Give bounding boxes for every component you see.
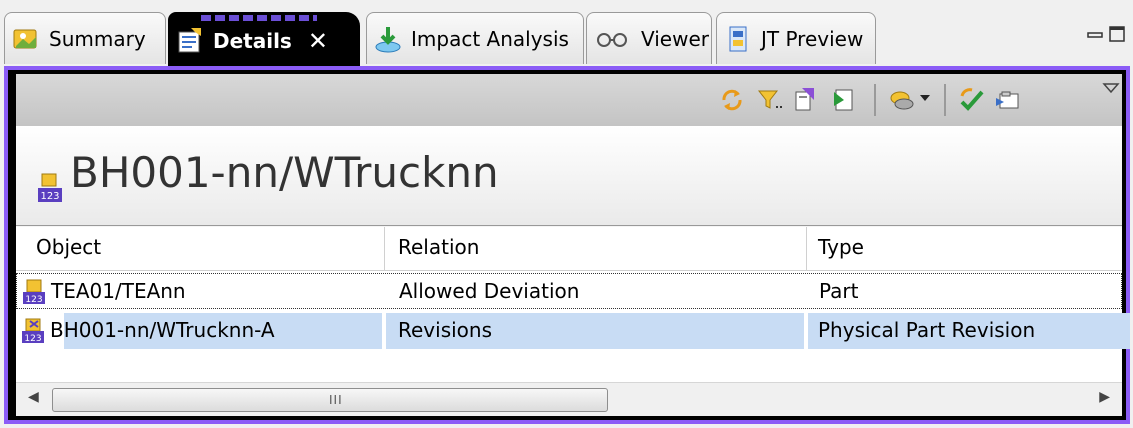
tab-viewer-label: Viewer (641, 26, 709, 51)
cell-type: Physical Part Revision (818, 318, 1036, 342)
summary-icon (11, 24, 41, 54)
part-revision-icon: 123 (20, 317, 48, 345)
drag-handle-dots (201, 15, 317, 21)
maximize-icon[interactable] (1108, 24, 1126, 48)
refresh-icon[interactable] (718, 86, 746, 114)
column-divider[interactable] (384, 227, 385, 271)
scrollbar-grip: III (329, 393, 343, 407)
scrollbar-thumb[interactable]: III (52, 388, 608, 412)
paste-icon[interactable] (830, 86, 858, 114)
chevron-down-icon[interactable] (918, 90, 946, 118)
view-menu-icon[interactable] (1102, 80, 1130, 108)
svg-text:123: 123 (24, 334, 41, 344)
minimize-icon[interactable] (1086, 24, 1104, 48)
tab-impact-analysis-label: Impact Analysis (411, 26, 569, 51)
scroll-right-icon[interactable]: ▶ (1099, 389, 1110, 405)
filter-icon[interactable] (756, 86, 784, 114)
open-folder-icon[interactable] (994, 86, 1022, 114)
editor-tab-bar: Summary Details ✕ Impact Analysis Viewer… (0, 0, 1133, 68)
item-revision-icon: 123 (36, 170, 64, 204)
svg-text:123: 123 (25, 295, 42, 305)
details-icon (175, 26, 205, 56)
tab-summary[interactable]: Summary (4, 12, 166, 64)
close-tab-icon[interactable]: ✕ (308, 27, 328, 55)
cell-object: TEA01/TEAnn (51, 279, 186, 303)
horizontal-scrollbar[interactable]: ◀ III ▶ (16, 382, 1122, 416)
table-header: Object Relation Type (16, 227, 1122, 271)
jt-preview-icon (723, 24, 753, 54)
tab-details[interactable]: Details ✕ (168, 12, 360, 68)
tab-viewer[interactable]: Viewer (586, 12, 712, 64)
column-header-relation[interactable]: Relation (398, 235, 479, 259)
impact-analysis-icon (373, 24, 403, 54)
table-row-selected[interactable]: 123 BH001-nn/WTrucknn-A Revisions Physic… (16, 313, 1130, 349)
scroll-left-icon[interactable]: ◀ (28, 389, 39, 405)
svg-text:123: 123 (40, 191, 59, 202)
column-divider[interactable] (806, 227, 807, 271)
page-title: BH001-nn/WTrucknn (70, 148, 499, 197)
toolbar-separator (944, 84, 946, 116)
toolbar-separator (874, 84, 876, 116)
check-refresh-icon[interactable] (958, 86, 986, 114)
cell-object: BH001-nn/WTrucknn-A (50, 318, 275, 342)
relation-icon[interactable] (888, 86, 916, 114)
tab-jt-preview[interactable]: JT Preview (716, 12, 876, 64)
column-header-object[interactable]: Object (36, 235, 101, 259)
relations-table: Object Relation Type 123 TEA01/TEAnn All… (16, 227, 1130, 382)
details-view: 123 BH001-nn/WTrucknn Object Relation Ty… (16, 74, 1130, 416)
part-icon: 123 (21, 278, 49, 306)
object-heading: 123 BH001-nn/WTrucknn (16, 126, 1122, 226)
tab-details-label: Details (213, 28, 292, 53)
tab-summary-label: Summary (49, 26, 146, 51)
viewer-icon (593, 24, 633, 54)
tab-impact-analysis[interactable]: Impact Analysis (366, 12, 584, 64)
table-row[interactable]: 123 TEA01/TEAnn Allowed Deviation Part (16, 273, 1122, 309)
copy-icon[interactable] (792, 86, 820, 114)
cell-relation: Allowed Deviation (399, 279, 580, 303)
cell-relation: Revisions (398, 318, 493, 342)
tab-jt-preview-label: JT Preview (761, 26, 864, 51)
column-header-type[interactable]: Type (818, 235, 864, 259)
view-toolbar (16, 74, 1122, 126)
details-view-frame: 123 BH001-nn/WTrucknn Object Relation Ty… (4, 66, 1130, 424)
cell-type: Part (819, 279, 859, 303)
